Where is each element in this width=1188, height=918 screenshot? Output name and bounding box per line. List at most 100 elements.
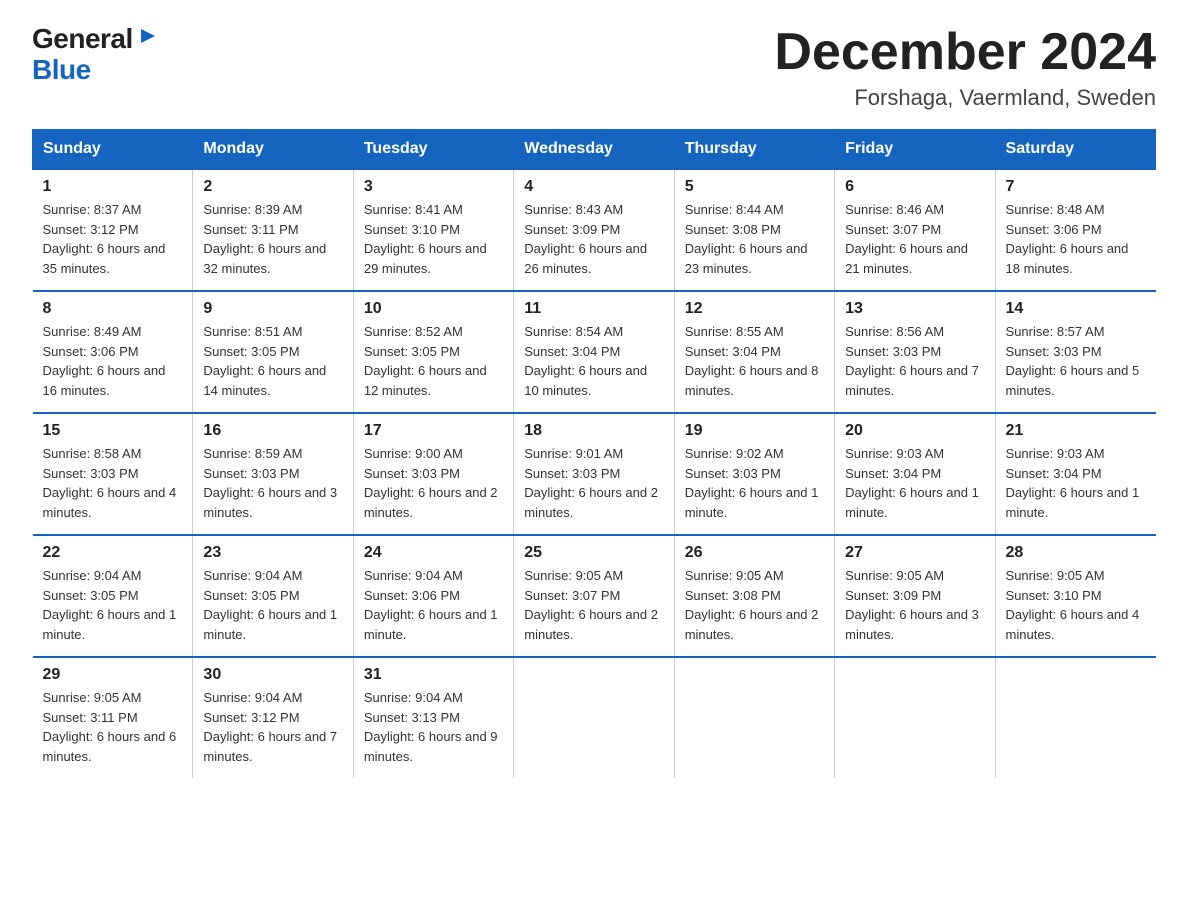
day-cell: 23 Sunrise: 9:04 AMSunset: 3:05 PMDaylig… — [193, 535, 353, 657]
day-cell: 9 Sunrise: 8:51 AMSunset: 3:05 PMDayligh… — [193, 291, 353, 413]
day-number: 13 — [845, 300, 984, 318]
day-cell — [995, 657, 1155, 778]
day-cell: 25 Sunrise: 9:05 AMSunset: 3:07 PMDaylig… — [514, 535, 674, 657]
page-header: General Blue December 2024 Forshaga, Vae… — [32, 24, 1156, 111]
day-info: Sunrise: 8:44 AMSunset: 3:08 PMDaylight:… — [685, 200, 824, 278]
day-cell: 17 Sunrise: 9:00 AMSunset: 3:03 PMDaylig… — [353, 413, 513, 535]
column-header-saturday: Saturday — [995, 130, 1155, 170]
day-info: Sunrise: 9:05 AMSunset: 3:09 PMDaylight:… — [845, 566, 984, 644]
day-number: 10 — [364, 300, 503, 318]
day-number: 24 — [364, 544, 503, 562]
day-info: Sunrise: 9:04 AMSunset: 3:13 PMDaylight:… — [364, 688, 503, 766]
week-row-5: 29 Sunrise: 9:05 AMSunset: 3:11 PMDaylig… — [33, 657, 1156, 778]
day-number: 12 — [685, 300, 824, 318]
day-info: Sunrise: 8:54 AMSunset: 3:04 PMDaylight:… — [524, 322, 663, 400]
day-info: Sunrise: 8:52 AMSunset: 3:05 PMDaylight:… — [364, 322, 503, 400]
day-cell: 19 Sunrise: 9:02 AMSunset: 3:03 PMDaylig… — [674, 413, 834, 535]
day-info: Sunrise: 9:04 AMSunset: 3:05 PMDaylight:… — [203, 566, 342, 644]
day-cell: 12 Sunrise: 8:55 AMSunset: 3:04 PMDaylig… — [674, 291, 834, 413]
day-cell: 18 Sunrise: 9:01 AMSunset: 3:03 PMDaylig… — [514, 413, 674, 535]
day-info: Sunrise: 8:51 AMSunset: 3:05 PMDaylight:… — [203, 322, 342, 400]
day-number: 21 — [1006, 422, 1146, 440]
day-info: Sunrise: 8:59 AMSunset: 3:03 PMDaylight:… — [203, 444, 342, 522]
day-cell: 5 Sunrise: 8:44 AMSunset: 3:08 PMDayligh… — [674, 169, 834, 291]
day-number: 31 — [364, 666, 503, 684]
day-info: Sunrise: 8:39 AMSunset: 3:11 PMDaylight:… — [203, 200, 342, 278]
day-number: 30 — [203, 666, 342, 684]
day-cell: 30 Sunrise: 9:04 AMSunset: 3:12 PMDaylig… — [193, 657, 353, 778]
day-cell: 21 Sunrise: 9:03 AMSunset: 3:04 PMDaylig… — [995, 413, 1155, 535]
day-cell: 16 Sunrise: 8:59 AMSunset: 3:03 PMDaylig… — [193, 413, 353, 535]
day-info: Sunrise: 8:49 AMSunset: 3:06 PMDaylight:… — [43, 322, 183, 400]
day-info: Sunrise: 9:03 AMSunset: 3:04 PMDaylight:… — [1006, 444, 1146, 522]
day-number: 22 — [43, 544, 183, 562]
day-info: Sunrise: 9:00 AMSunset: 3:03 PMDaylight:… — [364, 444, 503, 522]
column-header-sunday: Sunday — [33, 130, 193, 170]
day-cell: 7 Sunrise: 8:48 AMSunset: 3:06 PMDayligh… — [995, 169, 1155, 291]
day-number: 9 — [203, 300, 342, 318]
day-cell: 3 Sunrise: 8:41 AMSunset: 3:10 PMDayligh… — [353, 169, 513, 291]
day-cell — [835, 657, 995, 778]
day-cell: 13 Sunrise: 8:56 AMSunset: 3:03 PMDaylig… — [835, 291, 995, 413]
day-info: Sunrise: 8:43 AMSunset: 3:09 PMDaylight:… — [524, 200, 663, 278]
day-info: Sunrise: 9:04 AMSunset: 3:06 PMDaylight:… — [364, 566, 503, 644]
column-header-tuesday: Tuesday — [353, 130, 513, 170]
day-number: 11 — [524, 300, 663, 318]
day-number: 2 — [203, 178, 342, 196]
day-number: 5 — [685, 178, 824, 196]
day-info: Sunrise: 9:01 AMSunset: 3:03 PMDaylight:… — [524, 444, 663, 522]
day-number: 6 — [845, 178, 984, 196]
day-cell: 14 Sunrise: 8:57 AMSunset: 3:03 PMDaylig… — [995, 291, 1155, 413]
day-number: 3 — [364, 178, 503, 196]
day-cell: 27 Sunrise: 9:05 AMSunset: 3:09 PMDaylig… — [835, 535, 995, 657]
day-number: 29 — [43, 666, 183, 684]
week-row-4: 22 Sunrise: 9:04 AMSunset: 3:05 PMDaylig… — [33, 535, 1156, 657]
column-header-thursday: Thursday — [674, 130, 834, 170]
day-number: 8 — [43, 300, 183, 318]
day-info: Sunrise: 9:03 AMSunset: 3:04 PMDaylight:… — [845, 444, 984, 522]
day-cell: 24 Sunrise: 9:04 AMSunset: 3:06 PMDaylig… — [353, 535, 513, 657]
day-number: 1 — [43, 178, 183, 196]
day-cell: 1 Sunrise: 8:37 AMSunset: 3:12 PMDayligh… — [33, 169, 193, 291]
day-cell: 26 Sunrise: 9:05 AMSunset: 3:08 PMDaylig… — [674, 535, 834, 657]
week-row-2: 8 Sunrise: 8:49 AMSunset: 3:06 PMDayligh… — [33, 291, 1156, 413]
location-subtitle: Forshaga, Vaermland, Sweden — [774, 85, 1156, 111]
day-cell: 31 Sunrise: 9:04 AMSunset: 3:13 PMDaylig… — [353, 657, 513, 778]
day-cell: 2 Sunrise: 8:39 AMSunset: 3:11 PMDayligh… — [193, 169, 353, 291]
day-info: Sunrise: 9:04 AMSunset: 3:05 PMDaylight:… — [43, 566, 183, 644]
day-number: 27 — [845, 544, 984, 562]
day-info: Sunrise: 8:37 AMSunset: 3:12 PMDaylight:… — [43, 200, 183, 278]
header-row: SundayMondayTuesdayWednesdayThursdayFrid… — [33, 130, 1156, 170]
day-number: 20 — [845, 422, 984, 440]
logo-triangle-icon — [137, 25, 159, 47]
day-info: Sunrise: 8:58 AMSunset: 3:03 PMDaylight:… — [43, 444, 183, 522]
day-info: Sunrise: 9:05 AMSunset: 3:11 PMDaylight:… — [43, 688, 183, 766]
day-info: Sunrise: 8:55 AMSunset: 3:04 PMDaylight:… — [685, 322, 824, 400]
day-info: Sunrise: 8:41 AMSunset: 3:10 PMDaylight:… — [364, 200, 503, 278]
column-header-friday: Friday — [835, 130, 995, 170]
column-header-wednesday: Wednesday — [514, 130, 674, 170]
day-cell: 29 Sunrise: 9:05 AMSunset: 3:11 PMDaylig… — [33, 657, 193, 778]
day-cell: 28 Sunrise: 9:05 AMSunset: 3:10 PMDaylig… — [995, 535, 1155, 657]
day-cell: 8 Sunrise: 8:49 AMSunset: 3:06 PMDayligh… — [33, 291, 193, 413]
calendar-table: SundayMondayTuesdayWednesdayThursdayFrid… — [32, 129, 1156, 778]
column-header-monday: Monday — [193, 130, 353, 170]
week-row-1: 1 Sunrise: 8:37 AMSunset: 3:12 PMDayligh… — [33, 169, 1156, 291]
day-info: Sunrise: 9:05 AMSunset: 3:07 PMDaylight:… — [524, 566, 663, 644]
day-cell — [514, 657, 674, 778]
day-number: 26 — [685, 544, 824, 562]
day-number: 19 — [685, 422, 824, 440]
day-number: 28 — [1006, 544, 1146, 562]
title-block: December 2024 Forshaga, Vaermland, Swede… — [774, 24, 1156, 111]
day-number: 14 — [1006, 300, 1146, 318]
day-number: 18 — [524, 422, 663, 440]
day-cell: 6 Sunrise: 8:46 AMSunset: 3:07 PMDayligh… — [835, 169, 995, 291]
day-info: Sunrise: 8:48 AMSunset: 3:06 PMDaylight:… — [1006, 200, 1146, 278]
day-number: 23 — [203, 544, 342, 562]
day-cell: 15 Sunrise: 8:58 AMSunset: 3:03 PMDaylig… — [33, 413, 193, 535]
day-cell: 10 Sunrise: 8:52 AMSunset: 3:05 PMDaylig… — [353, 291, 513, 413]
day-cell — [674, 657, 834, 778]
day-number: 4 — [524, 178, 663, 196]
day-info: Sunrise: 9:04 AMSunset: 3:12 PMDaylight:… — [203, 688, 342, 766]
logo-blue-text: Blue — [32, 55, 91, 86]
